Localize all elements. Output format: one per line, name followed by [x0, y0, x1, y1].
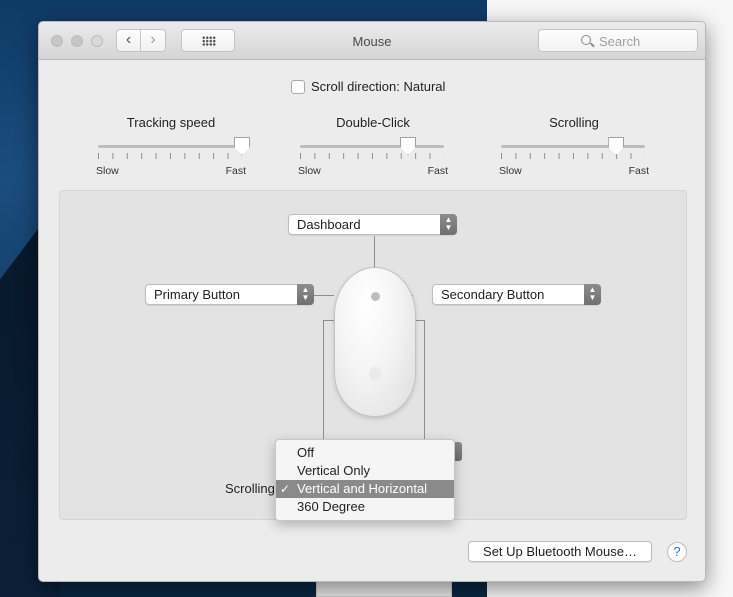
double-click-min-label: Slow — [298, 165, 321, 177]
mouse-preferences-window: ‹ › Mouse Search Scroll direction: Natur… — [38, 21, 706, 582]
tracking-speed-min-label: Slow — [96, 165, 119, 177]
scroll-leader-right — [424, 320, 425, 442]
scroll-direction-checkbox[interactable] — [291, 80, 305, 94]
popup-arrows-icon: ▲ ▼ — [297, 284, 314, 305]
scrolling-menu-item-360-degree[interactable]: 360 Degree — [276, 498, 454, 516]
help-button[interactable]: ? — [667, 542, 687, 562]
scrolling-popup-arrows-edge — [455, 442, 462, 461]
tracking-speed-track[interactable] — [98, 145, 242, 148]
scrolling-speed-title: Scrolling — [549, 115, 599, 130]
tracking-speed-max-label: Fast — [225, 165, 246, 177]
secondary-button-popup[interactable]: Secondary Button ▲ ▼ — [432, 284, 601, 305]
tracking-speed-slider-group: Tracking speed Slow Fast — [96, 115, 250, 177]
scrolling-speed-slider-group: Scrolling Slow Fast — [499, 115, 649, 177]
menu-item-label: Vertical and Horizontal — [297, 481, 428, 496]
popup-arrows-icon: ▲ ▼ — [584, 284, 601, 305]
menu-item-label: Vertical Only — [297, 463, 370, 478]
magic-mouse-illustration — [334, 267, 416, 417]
scrolling-speed-ticks — [501, 153, 645, 159]
set-up-bluetooth-mouse-button[interactable]: Set Up Bluetooth Mouse… — [468, 541, 652, 562]
search-placeholder: Search — [599, 34, 641, 49]
search-field[interactable]: Search — [538, 29, 698, 52]
scrolling-popup-label: Scrolling — [225, 481, 275, 496]
primary-button-popup-value: Primary Button — [154, 287, 240, 302]
scroll-leader-left — [323, 320, 324, 442]
background-window-fragment — [316, 580, 452, 597]
dashboard-popup[interactable]: Dashboard ▲ ▼ — [288, 214, 457, 235]
double-click-title: Double-Click — [336, 115, 410, 130]
tracking-speed-title: Tracking speed — [126, 115, 216, 130]
secondary-button-popup-value: Secondary Button — [441, 287, 545, 302]
double-click-track[interactable] — [300, 145, 444, 148]
double-click-slider-group: Double-Click Slow Fast — [298, 115, 448, 177]
menu-item-label: Off — [297, 445, 315, 460]
double-click-ticks — [300, 153, 444, 159]
menu-item-label: 360 Degree — [297, 499, 365, 514]
popup-arrows-icon: ▲ ▼ — [440, 214, 457, 235]
scrolling-menu-item-vertical-only[interactable]: Vertical Only — [276, 462, 454, 480]
dashboard-popup-value: Dashboard — [297, 217, 361, 232]
checkmark-icon: ✓ — [280, 482, 291, 496]
title-bar: ‹ › Mouse Search — [39, 22, 705, 60]
apple-logo-icon — [369, 367, 382, 381]
double-click-max-label: Fast — [427, 165, 448, 177]
scrolling-speed-max-label: Fast — [628, 165, 649, 177]
tracking-speed-ticks — [98, 153, 242, 159]
search-icon — [581, 35, 591, 45]
scrolling-menu-item-vertical-and-horizontal[interactable]: ✓ Vertical and Horizontal — [276, 480, 454, 498]
primary-leader-line — [314, 295, 334, 296]
scrolling-speed-min-label: Slow — [499, 165, 522, 177]
scrolling-menu[interactable]: Off Vertical Only ✓ Vertical and Horizont… — [275, 439, 455, 521]
primary-button-popup[interactable]: Primary Button ▲ ▼ — [145, 284, 314, 305]
mouse-center-dot — [371, 292, 380, 301]
scrolling-menu-item-off[interactable]: Off — [276, 444, 454, 462]
scroll-direction-label: Scroll direction: Natural — [311, 79, 446, 94]
